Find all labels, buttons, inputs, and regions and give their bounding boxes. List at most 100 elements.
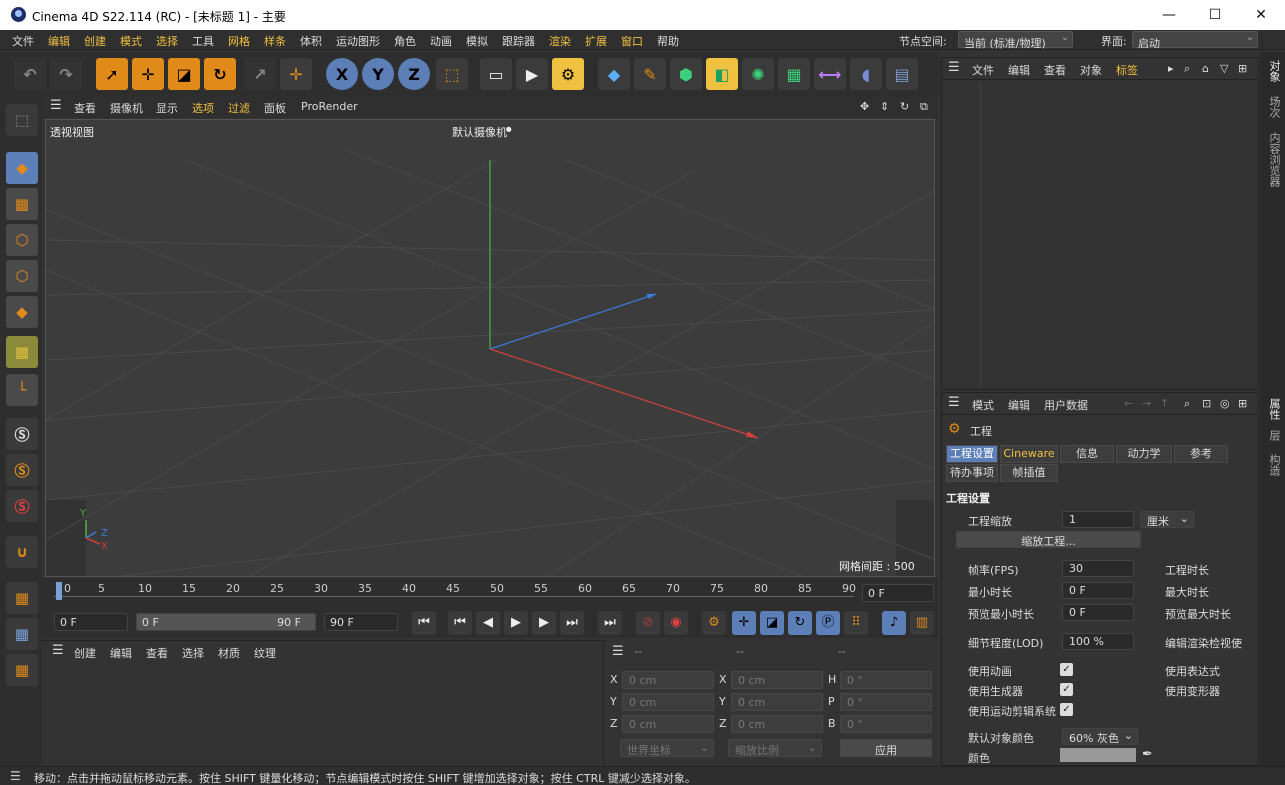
tab-interpolation[interactable]: 帧插值: [1000, 464, 1058, 482]
attr-menu-edit[interactable]: 编辑: [1008, 397, 1030, 413]
tab-content-browser[interactable]: 内容浏览器: [1266, 132, 1282, 187]
tab-todo[interactable]: 待办事项: [946, 464, 998, 482]
live-selection-icon[interactable]: ➚: [96, 58, 128, 90]
scale-icon[interactable]: ◪: [168, 58, 200, 90]
obj-menu-file[interactable]: 文件: [972, 62, 994, 78]
cloner-icon[interactable]: ✺: [742, 58, 774, 90]
menu-tools[interactable]: 工具: [192, 33, 214, 49]
menu-volume[interactable]: 体积: [300, 33, 322, 49]
coordinate-system-icon[interactable]: ⬚: [436, 58, 468, 90]
attr-menu-userdata[interactable]: 用户数据: [1044, 397, 1088, 413]
mat-menu-select[interactable]: 选择: [182, 645, 204, 661]
target-icon[interactable]: ◎: [1220, 397, 1230, 410]
goto-end-icon[interactable]: ⏭: [598, 611, 622, 635]
hamburger-icon[interactable]: ☰: [612, 644, 624, 659]
menu-animate[interactable]: 动画: [430, 33, 452, 49]
menu-character[interactable]: 角色: [394, 33, 416, 49]
perspective-viewport[interactable]: 透视视图 默认摄像机 ⏺ 网格间距 : 500 cm Y Z X: [45, 119, 935, 577]
default-color-select[interactable]: 60% 灰色 ⌄: [1062, 728, 1138, 745]
environment-icon[interactable]: ◖: [850, 58, 882, 90]
rotation-b-field[interactable]: 0 °: [840, 715, 932, 733]
tab-attributes[interactable]: 属性: [1266, 398, 1282, 420]
viewport-menu-options[interactable]: 选项: [192, 100, 214, 116]
rotation-h-field[interactable]: 0 °: [840, 671, 932, 689]
floor-icon[interactable]: ▤: [886, 58, 918, 90]
viewport-zoom-icon[interactable]: ⇕: [880, 100, 889, 113]
range-slider[interactable]: 0 F 90 F: [136, 613, 316, 631]
x-axis-lock-icon[interactable]: X: [326, 58, 358, 90]
use-motion-checkbox[interactable]: ✓: [1060, 703, 1073, 716]
current-frame-field[interactable]: 0 F: [862, 584, 934, 602]
make-editable-icon[interactable]: ⬚: [6, 104, 38, 136]
menu-extensions[interactable]: 扩展: [585, 33, 607, 49]
recent-tool-icon[interactable]: ↗: [244, 58, 276, 90]
play-icon[interactable]: ▶: [504, 611, 528, 635]
tab-project-settings[interactable]: 工程设置: [946, 445, 998, 463]
obj-menu-tags[interactable]: 标签: [1116, 62, 1138, 78]
menu-mode[interactable]: 模式: [120, 33, 142, 49]
new-window-icon[interactable]: ⊞: [1238, 397, 1247, 410]
scale-mode-select[interactable]: 缩放比例 ⌄: [728, 739, 822, 757]
polygons-mode-icon[interactable]: ◆: [6, 296, 38, 328]
timeline-ruler[interactable]: 0 5 10 15 20 25 30 35 40 45 50 55 60 65 …: [42, 578, 938, 608]
menu-file[interactable]: 文件: [12, 33, 34, 49]
tab-info[interactable]: 信息: [1060, 445, 1114, 463]
scale-project-button[interactable]: 缩放工程...: [956, 531, 1141, 548]
rotation-p-field[interactable]: 0 °: [840, 693, 932, 711]
y-axis-lock-icon[interactable]: Y: [362, 58, 394, 90]
use-animation-checkbox[interactable]: ✓: [1060, 663, 1073, 676]
position-y-field[interactable]: 0 cm: [622, 693, 714, 711]
prev-key-icon[interactable]: ⏮: [448, 611, 472, 635]
search-icon[interactable]: ⌕: [1184, 397, 1190, 411]
workplane-lock-icon[interactable]: ▦: [6, 654, 38, 686]
key-pla-icon[interactable]: ⠿: [844, 611, 868, 635]
start-frame-field[interactable]: 0 F: [54, 613, 128, 631]
axis-mode-icon[interactable]: └: [6, 374, 38, 406]
render-view-icon[interactable]: ▭: [480, 58, 512, 90]
project-scale-field[interactable]: 1: [1062, 511, 1134, 528]
viewport-move-icon[interactable]: ✥: [860, 100, 869, 113]
subdivision-icon[interactable]: ⬢: [670, 58, 702, 90]
mat-menu-material[interactable]: 材质: [218, 645, 240, 661]
menu-render[interactable]: 渲染: [549, 33, 571, 49]
goto-start-icon[interactable]: ⏮: [412, 611, 436, 635]
viewport-menu-panel[interactable]: 面板: [264, 100, 286, 116]
lock-icon[interactable]: ⊡: [1202, 397, 1211, 410]
render-settings-icon[interactable]: ⚙: [552, 58, 584, 90]
world-coords-select[interactable]: 世界坐标 ⌄: [620, 739, 714, 757]
attr-menu-mode[interactable]: 模式: [972, 397, 994, 413]
menu-spline[interactable]: 样条: [264, 33, 286, 49]
viewport-menu-cameras[interactable]: 摄像机: [110, 100, 143, 116]
z-axis-lock-icon[interactable]: Z: [398, 58, 430, 90]
points-mode-icon[interactable]: ⬡: [6, 224, 38, 256]
fps-field[interactable]: 30: [1062, 560, 1134, 577]
apply-button[interactable]: 应用: [840, 739, 932, 757]
up-arrow-icon[interactable]: ↑: [1160, 397, 1169, 410]
viewport-menu-view[interactable]: 查看: [74, 100, 96, 116]
mat-menu-create[interactable]: 创建: [74, 645, 96, 661]
render-picture-viewer-icon[interactable]: ▶: [516, 58, 548, 90]
workplane-icon[interactable]: ▦: [6, 582, 38, 614]
mat-menu-view[interactable]: 查看: [146, 645, 168, 661]
menu-select[interactable]: 选择: [156, 33, 178, 49]
menu-create[interactable]: 创建: [84, 33, 106, 49]
key-parameter-icon[interactable]: Ⓟ: [816, 611, 840, 635]
transform-icon[interactable]: ✛: [280, 58, 312, 90]
prev-frame-icon[interactable]: ◀: [476, 611, 500, 635]
viewport-rotate-icon[interactable]: ↻: [900, 100, 909, 113]
home-icon[interactable]: ⌂: [1202, 62, 1209, 75]
tab-layers[interactable]: 层: [1266, 430, 1282, 441]
mat-menu-texture[interactable]: 纹理: [254, 645, 276, 661]
menu-edit[interactable]: 编辑: [48, 33, 70, 49]
extrude-icon[interactable]: ◧: [706, 58, 738, 90]
tab-reference[interactable]: 参考: [1174, 445, 1228, 463]
redo-icon[interactable]: ↷: [50, 58, 82, 90]
min-time-field[interactable]: 0 F: [1062, 582, 1134, 599]
mograph-cubes-icon[interactable]: ▦: [778, 58, 810, 90]
menu-mesh[interactable]: 网格: [228, 33, 250, 49]
workplane-snap-icon[interactable]: Ⓢ: [6, 490, 38, 522]
sound-icon[interactable]: ♪: [882, 611, 906, 635]
next-key-icon[interactable]: ⏭: [560, 611, 584, 635]
film-icon[interactable]: ▥: [910, 611, 934, 635]
maximize-button[interactable]: ☐: [1192, 0, 1238, 30]
